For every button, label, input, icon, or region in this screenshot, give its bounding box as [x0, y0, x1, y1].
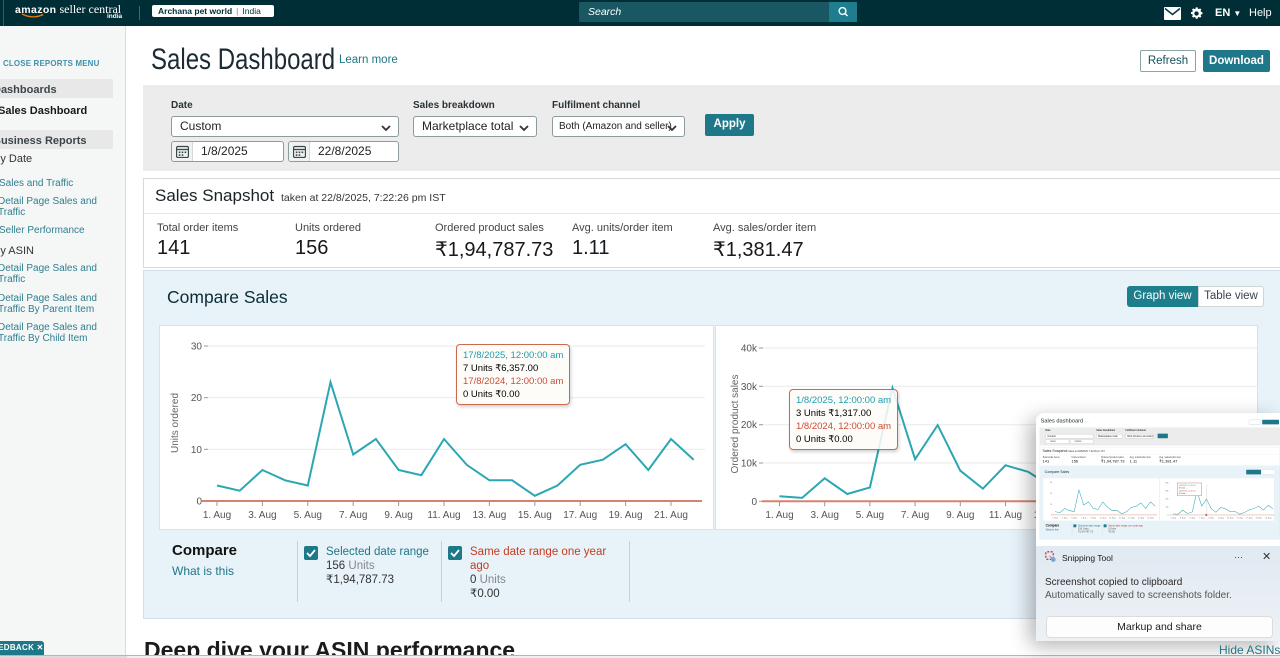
svg-text:21. Aug: 21. Aug	[1265, 516, 1271, 519]
svg-text:9. Aug: 9. Aug	[1209, 516, 1214, 519]
svg-text:30: 30	[1050, 481, 1052, 483]
svg-text:5. Aug: 5. Aug	[1072, 516, 1077, 519]
svg-text:30: 30	[191, 342, 203, 353]
svg-text:20k: 20k	[1165, 498, 1168, 500]
svg-text:30k: 30k	[741, 382, 758, 393]
svg-text:13. Aug: 13. Aug	[472, 510, 506, 521]
svg-text:19. Aug: 19. Aug	[1255, 516, 1261, 519]
svg-text:3. Aug: 3. Aug	[811, 510, 839, 521]
svg-text:15. Aug: 15. Aug	[518, 510, 552, 521]
svg-text:40k: 40k	[741, 344, 758, 355]
svg-text:0: 0	[1167, 514, 1168, 516]
svg-text:10k: 10k	[741, 459, 758, 470]
svg-text:40k: 40k	[1165, 482, 1168, 484]
svg-text:1. Aug: 1. Aug	[1171, 516, 1176, 519]
svg-text:11. Aug: 11. Aug	[1100, 516, 1106, 519]
svg-text:Ordered product sales: Ordered product sales	[730, 375, 741, 474]
svg-text:0: 0	[751, 497, 757, 508]
svg-text:7. Aug: 7. Aug	[1081, 516, 1086, 519]
svg-text:11. Aug: 11. Aug	[989, 510, 1022, 521]
svg-text:0: 0	[1051, 514, 1052, 516]
svg-text:11. Aug: 11. Aug	[1218, 516, 1224, 519]
svg-text:10k: 10k	[1165, 506, 1168, 508]
svg-text:10: 10	[191, 445, 203, 456]
svg-text:0: 0	[196, 497, 202, 508]
svg-text:19. Aug: 19. Aug	[1138, 516, 1144, 519]
svg-text:3. Aug: 3. Aug	[1180, 516, 1185, 519]
svg-text:17. Aug: 17. Aug	[1128, 516, 1134, 519]
svg-text:5. Aug: 5. Aug	[294, 510, 322, 521]
svg-text:9. Aug: 9. Aug	[384, 510, 412, 521]
svg-text:3. Aug: 3. Aug	[248, 510, 276, 521]
svg-text:7. Aug: 7. Aug	[901, 510, 929, 521]
svg-text:20: 20	[1050, 492, 1052, 494]
svg-text:7. Aug: 7. Aug	[1199, 516, 1204, 519]
svg-text:Units ordered: Units ordered	[170, 393, 181, 453]
svg-text:30k: 30k	[1165, 490, 1168, 492]
svg-text:1. Aug: 1. Aug	[203, 510, 231, 521]
svg-text:17. Aug: 17. Aug	[1246, 516, 1252, 519]
svg-text:19. Aug: 19. Aug	[609, 510, 643, 521]
svg-text:13. Aug: 13. Aug	[1109, 516, 1115, 519]
svg-text:1. Aug: 1. Aug	[765, 510, 793, 521]
svg-text:5. Aug: 5. Aug	[856, 510, 884, 521]
svg-text:15. Aug: 15. Aug	[1119, 516, 1125, 519]
svg-text:17. Aug: 17. Aug	[563, 510, 597, 521]
svg-text:1. Aug: 1. Aug	[1052, 516, 1057, 519]
svg-text:5. Aug: 5. Aug	[1190, 516, 1195, 519]
svg-text:3. Aug: 3. Aug	[1062, 516, 1067, 519]
svg-text:13. Aug: 13. Aug	[1227, 516, 1233, 519]
svg-text:9. Aug: 9. Aug	[946, 510, 974, 521]
svg-text:10: 10	[1050, 503, 1052, 505]
svg-text:20: 20	[191, 393, 203, 404]
svg-text:15. Aug: 15. Aug	[1236, 516, 1242, 519]
svg-text:9. Aug: 9. Aug	[1091, 516, 1096, 519]
svg-text:21. Aug: 21. Aug	[654, 510, 688, 521]
svg-text:11. Aug: 11. Aug	[427, 510, 460, 521]
svg-text:21. Aug: 21. Aug	[1147, 516, 1153, 519]
svg-text:7. Aug: 7. Aug	[339, 510, 367, 521]
svg-text:20k: 20k	[741, 420, 758, 431]
